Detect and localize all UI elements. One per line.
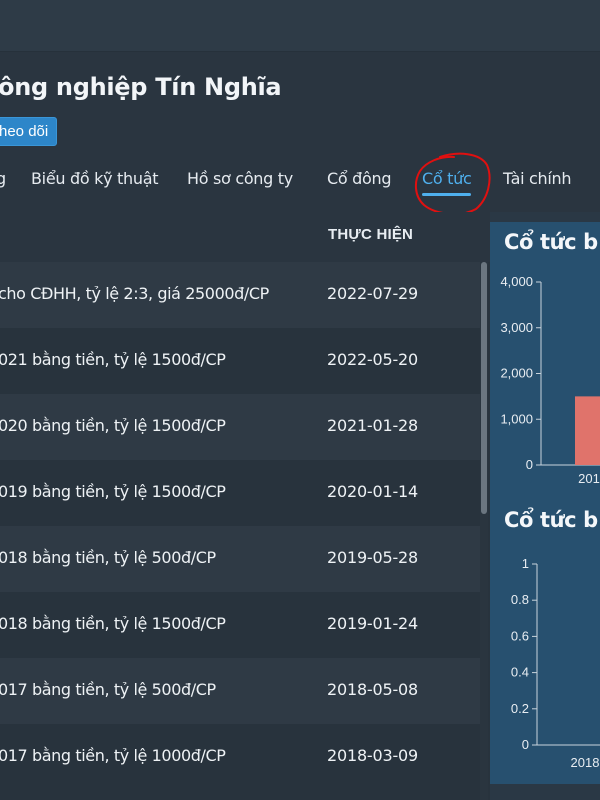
dividend-date: 2018-03-09 (327, 746, 418, 765)
dividend-date: 2019-01-24 (327, 614, 418, 633)
dividend-bar (575, 396, 600, 465)
table-row: 018 bằng tiền, tỷ lệ 500đ/CP 2019-05-28 (0, 526, 480, 592)
table-row: cho CĐHH, tỷ lệ 2:3, giá 25000đ/CP 2022-0… (0, 262, 480, 328)
dividend-description: 020 bằng tiền, tỷ lệ 1500đ/CP (0, 416, 226, 435)
dividend-bar-chart-2: 0 0.2 0.4 0.6 0.8 1 2018 (511, 556, 600, 770)
y-tick-label: 3,000 (500, 320, 533, 335)
dividend-description: 021 bằng tiền, tỷ lệ 1500đ/CP (0, 350, 226, 369)
dividend-description: 018 bằng tiền, tỷ lệ 1500đ/CP (0, 614, 226, 633)
dividend-table: THỰC HIỆN cho CĐHH, tỷ lệ 2:3, giá 25000… (0, 212, 490, 800)
y-tick-label: 0.8 (511, 592, 529, 607)
y-tick-label: 1,000 (500, 411, 533, 426)
table-row: 020 bằng tiền, tỷ lệ 1500đ/CP 2021-01-28 (0, 394, 480, 460)
dividend-description: cho CĐHH, tỷ lệ 2:3, giá 25000đ/CP (0, 284, 269, 303)
dividend-date: 2019-05-28 (327, 548, 418, 567)
tab-dividends[interactable]: Cổ tức (422, 160, 472, 200)
tab-company-profile[interactable]: Hồ sơ công ty (187, 160, 293, 200)
table-row: 021 bằng tiền, tỷ lệ 1500đ/CP 2022-05-20 (0, 328, 480, 394)
dividend-chart-panel-2: Cổ tức b 0 0.2 0.4 0.6 0.8 1 2018 (490, 500, 600, 784)
y-tick-label: 0.4 (511, 665, 529, 680)
tab-bar: g Biểu đồ kỹ thuật Hồ sơ công ty Cổ đông… (0, 160, 600, 200)
column-header-date: THỰC HIỆN (328, 226, 414, 243)
dividend-chart-panel-1: Cổ tức b 0 1,000 2,000 3,000 4,000 201 (490, 222, 600, 500)
y-tick-label: 4,000 (500, 274, 533, 289)
scrollbar-thumb[interactable] (481, 262, 487, 514)
tab-overview[interactable]: g (0, 160, 6, 200)
x-tick-label: 2018 (571, 755, 600, 770)
tab-technical-chart[interactable]: Biểu đồ kỹ thuật (31, 160, 158, 200)
active-tab-underline (422, 193, 472, 196)
table-row: 019 bằng tiền, tỷ lệ 1500đ/CP 2020-01-14 (0, 460, 480, 526)
top-navigation-bar (0, 0, 600, 52)
follow-button[interactable]: heo dõi (0, 117, 58, 146)
dividend-date: 2021-01-28 (327, 416, 418, 435)
table-header: THỰC HIỆN (0, 212, 490, 262)
dividend-bar-chart-1: 0 1,000 2,000 3,000 4,000 201 (500, 274, 600, 486)
table-scrollbar[interactable] (480, 262, 488, 800)
dividend-date: 2022-07-29 (327, 284, 418, 303)
table-row: 017 bằng tiền, tỷ lệ 1000đ/CP 2018-03-09 (0, 724, 480, 790)
tab-financials[interactable]: Tài chính (503, 160, 572, 200)
dividend-description: 017 bằng tiền, tỷ lệ 1000đ/CP (0, 746, 226, 765)
table-row: 018 bằng tiền, tỷ lệ 1500đ/CP 2019-01-24 (0, 592, 480, 658)
dividend-date: 2022-05-20 (327, 350, 418, 369)
y-tick-label: 0 (522, 737, 529, 752)
dividend-description: 018 bằng tiền, tỷ lệ 500đ/CP (0, 548, 216, 567)
y-tick-label: 0 (526, 457, 533, 472)
y-tick-label: 1 (522, 556, 529, 571)
company-title: ông nghiệp Tín Nghĩa (0, 73, 282, 101)
y-tick-label: 2,000 (500, 366, 533, 381)
y-tick-label: 0.2 (511, 701, 529, 716)
dividend-date: 2020-01-14 (327, 482, 418, 501)
x-tick-label: 201 (578, 471, 600, 486)
tab-shareholders[interactable]: Cổ đông (327, 160, 392, 200)
dividend-date: 2018-05-08 (327, 680, 418, 699)
y-tick-label: 0.6 (511, 628, 529, 643)
table-row: 017 bằng tiền, tỷ lệ 500đ/CP 2018-05-08 (0, 658, 480, 724)
dividend-description: 019 bằng tiền, tỷ lệ 1500đ/CP (0, 482, 226, 501)
dividend-description: 017 bằng tiền, tỷ lệ 500đ/CP (0, 680, 216, 699)
